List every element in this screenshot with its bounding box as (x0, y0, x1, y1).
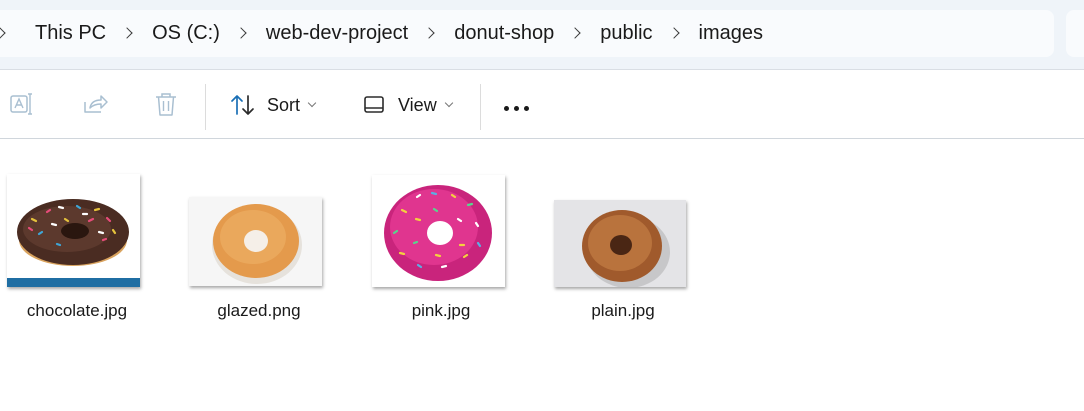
breadcrumb-images[interactable]: images (689, 10, 773, 57)
sort-icon (231, 95, 254, 115)
chevron-right-icon[interactable] (0, 10, 8, 57)
chocolate-donut-thumbnail (7, 174, 140, 287)
file-item[interactable]: glazed.png (180, 139, 330, 339)
view-label: View (398, 94, 437, 115)
view-button[interactable]: View (362, 88, 453, 122)
chevron-down-icon (307, 98, 317, 108)
pink-donut-thumbnail (372, 175, 505, 287)
more-options-icon[interactable] (504, 98, 529, 118)
sugar-donut-thumbnail (554, 200, 686, 287)
toolbar-separator (480, 84, 481, 130)
file-thumbnail (554, 200, 686, 287)
search-box[interactable] (1066, 10, 1084, 57)
sort-button[interactable]: Sort (229, 88, 317, 122)
file-item[interactable]: plain.jpg (546, 139, 696, 339)
file-thumbnail (372, 175, 505, 287)
chevron-right-icon[interactable] (230, 10, 256, 57)
file-name: pink.jpg (411, 301, 471, 320)
breadcrumb-web-dev-project[interactable]: web-dev-project (256, 10, 418, 57)
file-thumbnail (7, 174, 140, 287)
view-icon (364, 96, 384, 113)
file-item[interactable]: chocolate.jpg (0, 139, 150, 339)
chevron-right-icon[interactable] (116, 10, 142, 57)
breadcrumb-os-c[interactable]: OS (C:) (142, 10, 230, 57)
command-bar: Sort View (0, 69, 1084, 139)
toolbar-separator (205, 84, 206, 130)
sort-label: Sort (267, 94, 301, 115)
breadcrumb: This PC OS (C:) web-dev-project donut-sh… (0, 10, 773, 57)
file-item[interactable]: pink.jpg (364, 139, 514, 339)
share-icon[interactable] (81, 90, 109, 118)
file-thumbnail (189, 197, 322, 286)
glazed-donut-thumbnail (189, 197, 322, 286)
breadcrumb-public[interactable]: public (590, 10, 662, 57)
address-bar-region: This PC OS (C:) web-dev-project donut-sh… (0, 0, 1084, 69)
file-list: chocolate.jpg glazed.png pink.jpg plain.… (0, 139, 1084, 411)
file-name: chocolate.jpg (26, 301, 128, 320)
chevron-right-icon[interactable] (663, 10, 689, 57)
breadcrumb-donut-shop[interactable]: donut-shop (444, 10, 564, 57)
delete-icon[interactable] (152, 90, 180, 118)
chevron-right-icon[interactable] (418, 10, 444, 57)
file-name: plain.jpg (591, 301, 655, 320)
chevron-down-icon (444, 98, 453, 108)
chevron-right-icon[interactable] (564, 10, 590, 57)
file-name: glazed.png (217, 301, 301, 320)
rename-icon[interactable] (8, 90, 36, 118)
breadcrumb-this-pc[interactable]: This PC (8, 10, 116, 57)
